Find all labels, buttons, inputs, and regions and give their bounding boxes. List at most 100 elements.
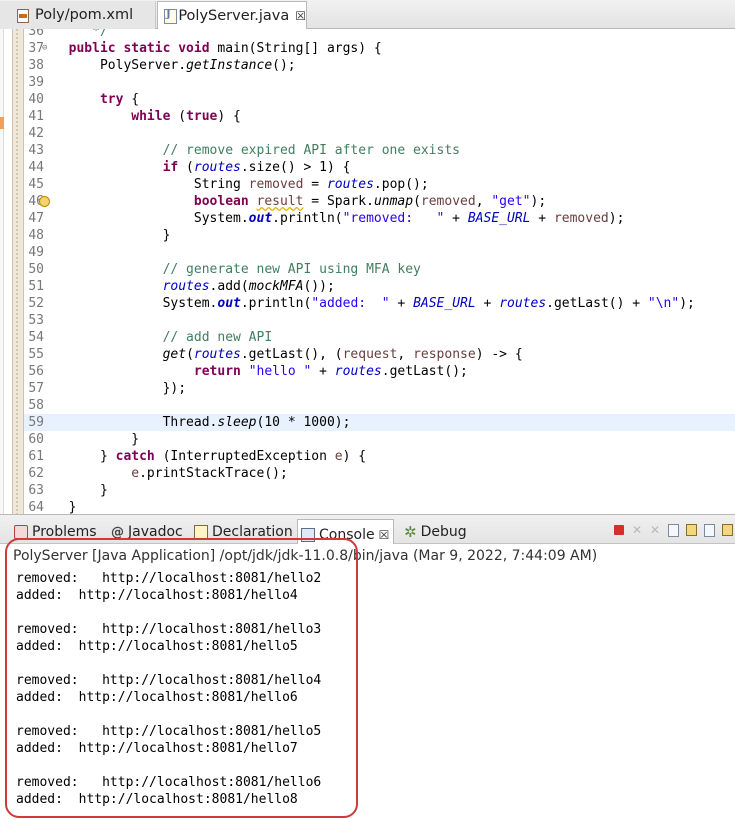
code-line[interactable]: 42 xyxy=(24,125,735,142)
warning-icon[interactable] xyxy=(39,196,50,207)
code-line[interactable]: 36 */ xyxy=(24,29,735,40)
code-line[interactable]: 50 // generate new API using MFA key xyxy=(24,261,735,278)
console-line: added: http://localhost:8081/hello4 xyxy=(16,588,298,603)
tab-problems[interactable]: Problems xyxy=(14,524,97,540)
code-line[interactable]: 49 xyxy=(24,244,735,261)
tab-label: Console xyxy=(319,526,375,543)
code-text: public static void main(String[] args) { xyxy=(68,41,382,56)
line-number: 37 xyxy=(28,41,44,56)
code-line[interactable]: 53 xyxy=(24,312,735,329)
code-text: get(routes.getLast(), (request, response… xyxy=(162,347,523,362)
code-line[interactable]: 38 PolyServer.getInstance(); xyxy=(24,57,735,74)
code-text: // add new API xyxy=(162,330,273,345)
code-line[interactable]: 58 xyxy=(24,397,735,414)
tab-javadoc[interactable]: @ Javadoc xyxy=(111,524,183,540)
console-line: removed: http://localhost:8081/hello4 xyxy=(16,673,322,688)
line-number: 61 xyxy=(28,449,44,464)
tab-console[interactable]: Console ☒ xyxy=(297,519,395,545)
tab-debug[interactable]: ✲ Debug xyxy=(404,524,467,540)
code-line[interactable]: 44 if (routes.size() > 1) { xyxy=(24,159,735,176)
code-line[interactable]: 57 }); xyxy=(24,380,735,397)
line-number: 60 xyxy=(28,432,44,447)
code-editor[interactable]: 36 */37 ⊖ public static void main(String[… xyxy=(0,29,735,514)
code-line[interactable]: 41 while (true) { xyxy=(24,108,735,125)
java-file-icon xyxy=(163,8,178,24)
line-number: 48 xyxy=(28,228,44,243)
code-line[interactable]: 64 } xyxy=(24,499,735,514)
line-number: 55 xyxy=(28,347,44,362)
code-text: Thread.sleep(10 * 1000); xyxy=(53,415,351,430)
line-number: 51 xyxy=(28,279,44,294)
line-number: 50 xyxy=(28,262,44,277)
clear-console-icon[interactable] xyxy=(665,522,681,538)
line-number: 56 xyxy=(28,364,44,379)
line-number: 62 xyxy=(28,466,44,481)
code-line[interactable]: 40 try { xyxy=(24,91,735,108)
console-output[interactable]: removed: http://localhost:8081/hello2 add… xyxy=(16,570,321,808)
code-text: String removed = routes.pop(); xyxy=(53,177,429,192)
close-tab-icon[interactable]: ☒ xyxy=(295,9,306,23)
code-text: System.out.println("removed: " + BASE_UR… xyxy=(53,211,625,226)
console-line: added: http://localhost:8081/hello5 xyxy=(16,639,298,654)
pin-console-icon[interactable] xyxy=(719,522,735,538)
tab-pom-xml[interactable]: Poly/pom.xml xyxy=(0,1,156,29)
line-number: 49 xyxy=(28,245,44,260)
terminate-icon[interactable] xyxy=(611,522,627,538)
code-line[interactable]: 45 String removed = routes.pop(); xyxy=(24,176,735,193)
code-line[interactable]: 59 Thread.sleep(10 * 1000); xyxy=(24,414,735,431)
line-number: 41 xyxy=(28,109,44,124)
code-line[interactable]: 52 System.out.println("added: " + BASE_U… xyxy=(24,295,735,312)
debug-icon: ✲ xyxy=(404,523,417,541)
line-number: 63 xyxy=(28,483,44,498)
code-text: boolean result = Spark.unmap(removed, "g… xyxy=(39,193,546,210)
code-line[interactable]: 51 routes.add(mockMFA()); xyxy=(24,278,735,295)
code-text: e.printStackTrace(); xyxy=(131,466,288,481)
code-text: PolyServer.getInstance(); xyxy=(53,58,296,73)
line-number: 42 xyxy=(28,126,44,141)
tab-label: Declaration xyxy=(212,524,293,540)
line-number: 43 xyxy=(28,143,44,158)
code-line[interactable]: 43 // remove expired API after one exist… xyxy=(24,142,735,159)
code-line[interactable]: 39 xyxy=(24,74,735,91)
change-marker xyxy=(0,117,4,129)
code-line[interactable]: 37 ⊖ public static void main(String[] arg… xyxy=(24,40,735,57)
line-number: 53 xyxy=(28,313,44,328)
remove-all-terminated-icon[interactable]: ✕ xyxy=(647,522,663,538)
code-line[interactable]: 60 } xyxy=(24,431,735,448)
line-number: 45 xyxy=(28,177,44,192)
tab-polyserver-java[interactable]: PolyServer.java ☒ xyxy=(157,1,307,29)
code-line[interactable]: 54 // add new API xyxy=(24,329,735,346)
console-icon xyxy=(301,527,315,542)
code-line[interactable]: 48 } xyxy=(24,227,735,244)
code-line[interactable]: 55 get(routes.getLast(), (request, respo… xyxy=(24,346,735,363)
code-line[interactable]: 63 } xyxy=(24,482,735,499)
code-text: } xyxy=(53,500,77,514)
line-number: 39 xyxy=(28,75,44,90)
tab-declaration[interactable]: Declaration xyxy=(194,524,293,540)
remove-launch-icon[interactable]: ✕ xyxy=(629,522,645,538)
console-line: removed: http://localhost:8081/hello6 xyxy=(16,775,322,790)
javadoc-icon: @ xyxy=(111,525,124,540)
code-text: */ xyxy=(53,29,108,39)
xml-file-icon xyxy=(16,8,30,23)
code-text: routes.add(mockMFA()); xyxy=(162,279,335,294)
scroll-lock-icon[interactable] xyxy=(683,522,699,538)
code-line[interactable]: 61 } catch (InterruptedException e) { xyxy=(24,448,735,465)
close-tab-icon[interactable]: ☒ xyxy=(379,528,390,542)
code-line[interactable]: 56 return "hello " + routes.getLast(); xyxy=(24,363,735,380)
tab-label: Poly/pom.xml xyxy=(35,7,134,23)
code-text: while (true) { xyxy=(131,109,241,124)
line-number: 47 xyxy=(28,211,44,226)
problems-icon xyxy=(14,525,28,539)
word-wrap-icon[interactable] xyxy=(701,522,717,538)
console-line: added: http://localhost:8081/hello6 xyxy=(16,690,298,705)
code-text: } catch (InterruptedException e) { xyxy=(53,449,367,464)
code-line[interactable]: 46 boolean result = Spark.unmap(removed,… xyxy=(24,193,735,210)
fold-collapse-icon[interactable]: ⊖ xyxy=(42,40,52,57)
code-line[interactable]: 47 System.out.println("removed: " + BASE… xyxy=(24,210,735,227)
console-view[interactable]: PolyServer [Java Application] /opt/jdk/j… xyxy=(0,544,735,819)
code-line[interactable]: 62 e.printStackTrace(); xyxy=(24,465,735,482)
